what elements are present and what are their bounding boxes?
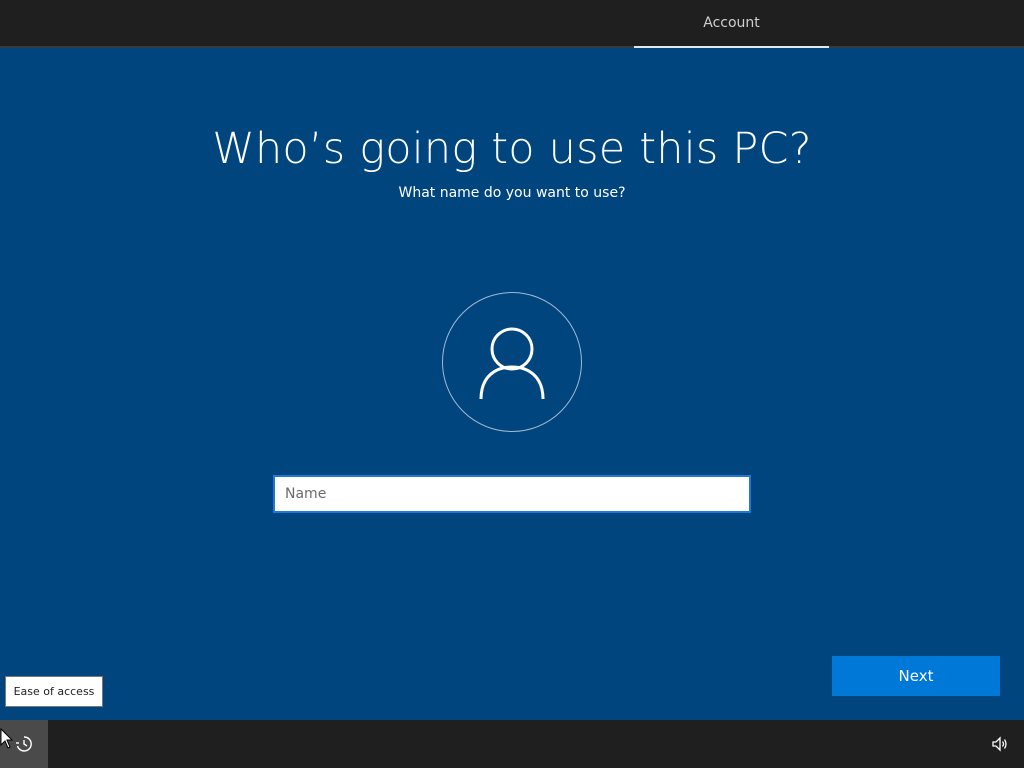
mouse-cursor-icon [0, 728, 14, 749]
ease-of-access-icon [16, 736, 32, 752]
tab-account: Account [634, 0, 829, 48]
avatar [442, 292, 582, 432]
ease-of-access-tooltip: Ease of access [5, 676, 103, 707]
page-subtitle: What name do you want to use? [398, 185, 626, 201]
user-icon [479, 327, 545, 400]
volume-icon [992, 736, 1007, 752]
next-button[interactable]: Next [832, 656, 1000, 696]
name-input[interactable] [273, 475, 751, 513]
bottom-bar [0, 720, 1024, 768]
page-title: Who’s going to use this PC? [212, 124, 812, 174]
volume-button[interactable] [990, 734, 1010, 754]
top-bar: Account [0, 0, 1024, 48]
